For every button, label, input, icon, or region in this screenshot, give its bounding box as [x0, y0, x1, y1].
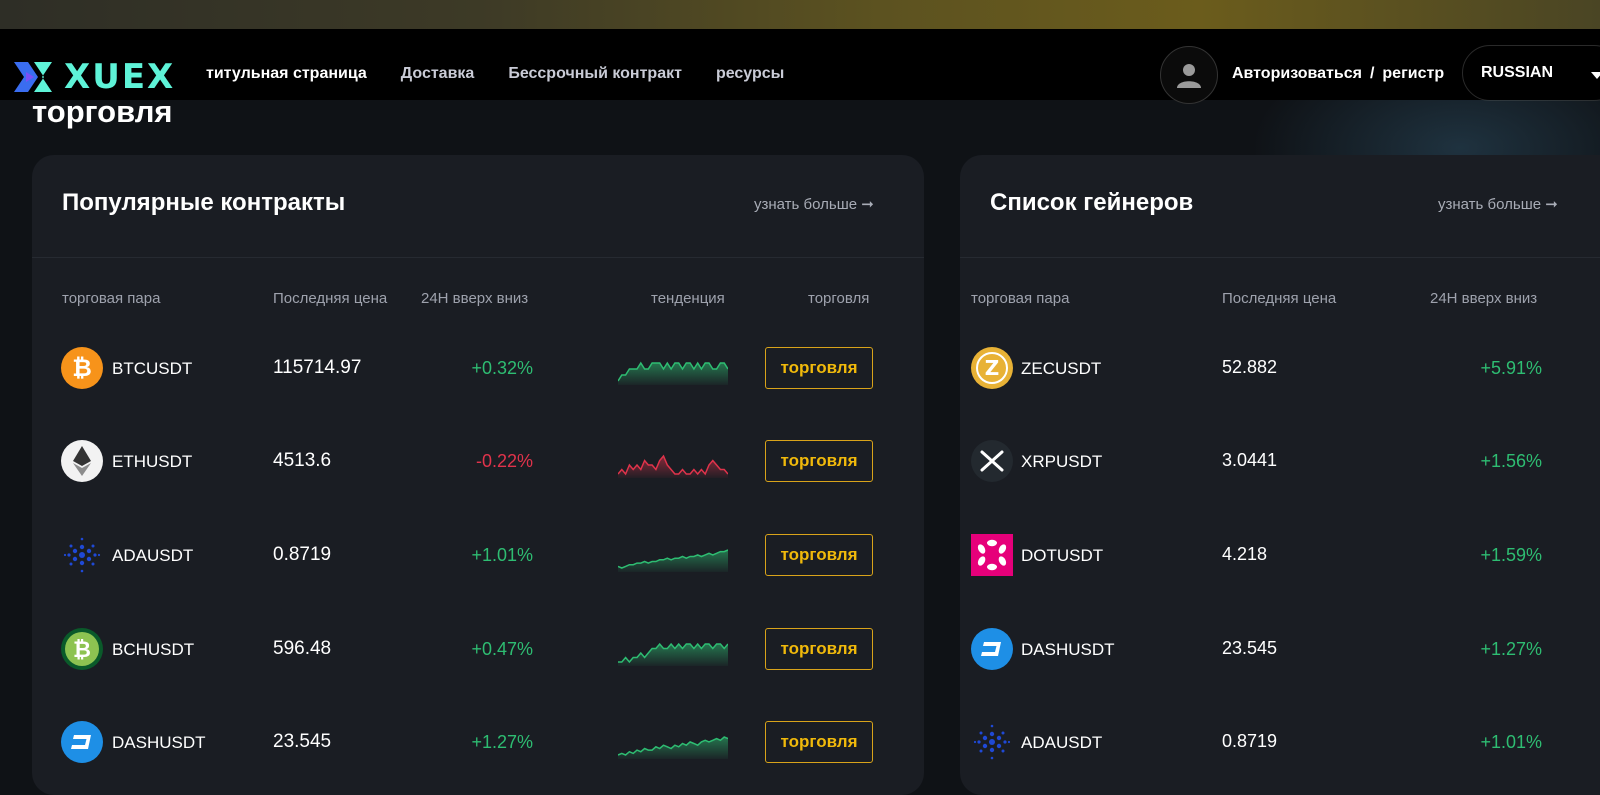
chevron-down-icon	[1591, 72, 1600, 79]
change-24h: +1.01%	[1480, 732, 1542, 752]
register-link[interactable]: регистр	[1382, 65, 1444, 82]
nav-delivery[interactable]: Доставка	[401, 65, 475, 83]
last-price: 23.545	[1222, 638, 1278, 658]
avatar[interactable]	[1160, 46, 1218, 104]
card-title: Список гейнеров	[990, 189, 1194, 216]
login-link[interactable]: Авторизоваться	[1232, 65, 1362, 82]
logo-text: XUEX	[64, 57, 176, 97]
last-price: 23.545	[273, 731, 332, 752]
pair-symbol[interactable]: DOTUSDT	[1021, 546, 1103, 566]
xrp-icon	[971, 440, 1013, 482]
column-header-trade: торговля	[808, 290, 870, 307]
language-select[interactable]: RUSSIAN	[1462, 45, 1600, 101]
trade-button[interactable]: торговля	[765, 721, 873, 763]
last-price: 115714.97	[273, 357, 362, 378]
change-24h: +5.91%	[1480, 358, 1542, 378]
browser-top-strip	[0, 0, 1600, 29]
trend-sparkline	[618, 640, 729, 671]
zcash-icon: Z	[971, 347, 1013, 389]
ethereum-icon	[61, 440, 103, 482]
trade-button[interactable]: торговля	[765, 628, 873, 670]
learn-more-label: узнать больше	[754, 196, 858, 213]
column-header-change: 24H вверх вниз	[1430, 290, 1538, 307]
last-price: 4.218	[1222, 544, 1268, 564]
site-header: XUEX титульная страница Доставка Бессроч…	[0, 29, 1600, 104]
pair-symbol[interactable]: ZECUSDT	[1021, 359, 1101, 379]
last-price: 3.0441	[1222, 450, 1278, 470]
last-price: 0.8719	[1222, 731, 1278, 751]
trend-sparkline	[617, 359, 729, 390]
main-nav: титульная страница Доставка Бессрочный к…	[206, 65, 784, 83]
bitcoin-cash-icon: ₿	[61, 628, 103, 670]
last-price: 596.48	[273, 638, 332, 659]
change-24h: +1.59%	[1480, 545, 1542, 565]
bitcoin-icon: ₿	[61, 347, 103, 389]
pair-symbol[interactable]: BTCUSDT	[112, 359, 192, 379]
column-header-trend: тенденция	[651, 290, 725, 307]
last-price: 4513.6	[273, 450, 332, 471]
gainers-card: Список гейнеров узнать больше ➞	[960, 155, 1600, 795]
cardano-icon	[971, 721, 1013, 763]
card-header: Список гейнеров узнать больше ➞	[960, 155, 1600, 258]
change-24h: +1.01%	[471, 545, 533, 565]
change-24h: +0.32%	[471, 358, 533, 378]
dash-icon	[971, 628, 1013, 670]
pair-symbol[interactable]: BCHUSDT	[112, 640, 194, 660]
trade-button[interactable]: торговля	[765, 440, 873, 482]
user-icon	[1177, 64, 1201, 88]
nav-home[interactable]: титульная страница	[206, 65, 367, 83]
card-header: Популярные контракты узнать больше ➞	[32, 155, 924, 258]
learn-more-link[interactable]: узнать больше ➞	[754, 195, 874, 213]
language-label: RUSSIAN	[1481, 64, 1554, 81]
column-header-pair: торговая пара	[971, 290, 1070, 307]
card-title: Популярные контракты	[62, 189, 346, 216]
column-header-pair: торговая пара	[62, 290, 161, 307]
svg-text:Z: Z	[985, 356, 1000, 380]
polkadot-icon	[971, 534, 1013, 576]
auth-links: Авторизоваться / регистр	[1232, 65, 1444, 83]
trade-button[interactable]: торговля	[765, 534, 873, 576]
last-price: 0.8719	[273, 544, 332, 565]
change-24h: +1.27%	[1480, 639, 1542, 659]
trend-sparkline	[617, 546, 729, 577]
auth-separator: /	[1369, 65, 1375, 82]
column-header-price: Последняя цена	[1222, 290, 1337, 307]
change-24h: +1.27%	[471, 732, 533, 752]
pair-symbol[interactable]: ETHUSDT	[112, 452, 192, 472]
learn-more-link[interactable]: узнать больше ➞	[1438, 195, 1558, 213]
pair-symbol[interactable]: DASHUSDT	[1021, 640, 1115, 660]
logo[interactable]: XUEX	[12, 57, 175, 97]
trend-sparkline	[617, 733, 729, 764]
xuex-logo-icon	[14, 62, 52, 92]
arrow-right-icon: ➞	[1545, 196, 1558, 213]
change-24h: +1.56%	[1480, 451, 1542, 471]
pair-symbol[interactable]: ADAUSDT	[1021, 733, 1102, 753]
change-24h: +0.47%	[471, 639, 533, 659]
change-24h: -0.22%	[475, 451, 533, 471]
column-header-change: 24H вверх вниз	[421, 290, 529, 307]
pair-symbol[interactable]: XRPUSDT	[1021, 452, 1102, 472]
svg-text:₿: ₿	[72, 354, 92, 382]
learn-more-label: узнать больше	[1438, 196, 1542, 213]
cardano-icon	[61, 534, 103, 576]
nav-resources[interactable]: ресурсы	[716, 65, 784, 83]
arrow-right-icon: ➞	[861, 196, 874, 213]
trend-sparkline	[617, 452, 729, 483]
pair-symbol[interactable]: DASHUSDT	[112, 733, 206, 753]
nav-perpetual-contract[interactable]: Бессрочный контракт	[508, 65, 682, 83]
dash-icon	[61, 721, 103, 763]
page-title: торговля	[32, 94, 173, 129]
trade-button[interactable]: торговля	[765, 347, 873, 389]
svg-text:₿: ₿	[73, 638, 91, 663]
column-header-price: Последняя цена	[273, 290, 388, 307]
last-price: 52.882	[1222, 357, 1278, 377]
pair-symbol[interactable]: ADAUSDT	[112, 546, 193, 566]
